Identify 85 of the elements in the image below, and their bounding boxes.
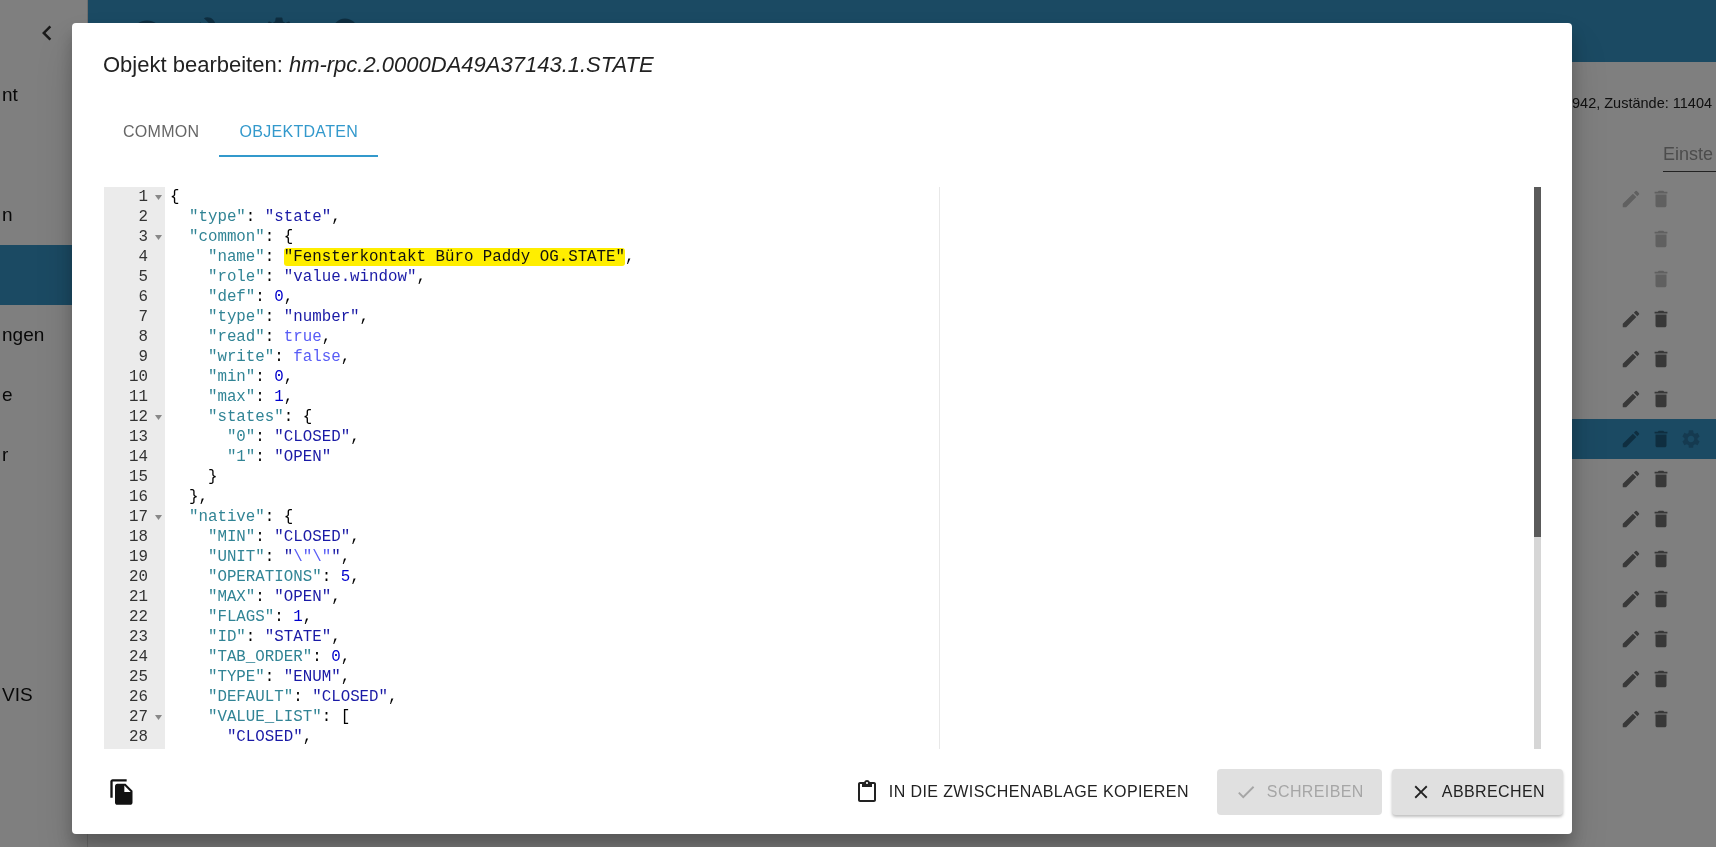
code-line: "UNIT": "\"\"", (206, 547, 351, 567)
code-line: "1": "OPEN" (225, 447, 332, 467)
pencil-icon[interactable] (1620, 628, 1642, 650)
line-number: 14 (128, 447, 149, 467)
sidebar-item[interactable]: r (2, 444, 9, 466)
fold-arrow-icon[interactable] (154, 514, 162, 520)
code-line: "max": 1, (206, 387, 294, 407)
line-number: 2 (137, 207, 149, 227)
code-line: { (169, 187, 180, 207)
code-line: "read": true, (206, 327, 332, 347)
pencil-icon[interactable] (1620, 308, 1642, 330)
code-line: "type": "number", (206, 307, 370, 327)
pencil-icon[interactable] (1620, 508, 1642, 530)
dialog-button[interactable]: IN DIE ZWISCHENABLAGE KOPIEREN (836, 768, 1207, 815)
pencil-icon[interactable] (1620, 468, 1642, 490)
copy-icon[interactable] (108, 777, 136, 806)
line-number: 7 (137, 307, 149, 327)
sidebar-item[interactable]: nt (2, 84, 18, 106)
sidebar-item[interactable]: n (2, 204, 13, 226)
line-number: 19 (128, 547, 149, 567)
code-line: }, (187, 487, 208, 507)
line-number: 22 (128, 607, 149, 627)
tab[interactable]: OBJEKTDATEN (219, 109, 379, 157)
pencil-icon[interactable] (1620, 348, 1642, 370)
scrollbar-thumb[interactable] (1534, 187, 1541, 537)
code-line: "TAB_ORDER": 0, (206, 647, 351, 667)
line-number: 9 (137, 347, 149, 367)
line-number: 3 (137, 227, 149, 247)
line-number: 1 (137, 187, 149, 207)
code-line: "OPERATIONS": 5, (206, 567, 360, 587)
code-line: "native": { (187, 507, 294, 527)
code-line: "VALUE_LIST": [ (206, 707, 351, 727)
line-number: 27 (128, 707, 149, 727)
tab[interactable]: COMMON (103, 109, 220, 157)
line-number: 17 (128, 507, 149, 527)
scrollbar-track[interactable] (1534, 187, 1541, 749)
code-line: "common": { (187, 227, 294, 247)
fold-arrow-icon[interactable] (154, 234, 162, 240)
object-count-text: 942, Zustände: 11404 (1572, 94, 1713, 112)
line-number: 12 (128, 407, 149, 427)
code-line: "def": 0, (206, 287, 294, 307)
sidebar-item[interactable]: VIS (2, 684, 33, 706)
code-line: "min": 0, (206, 367, 294, 387)
line-number: 24 (128, 647, 149, 667)
sidebar-item[interactable]: ngen (2, 324, 45, 346)
code-line: "MAX": "OPEN", (206, 587, 341, 607)
line-number: 15 (128, 467, 149, 487)
code-line: "DEFAULT": "CLOSED", (206, 687, 398, 707)
fold-arrow-icon[interactable] (154, 194, 162, 200)
line-number: 25 (128, 667, 149, 687)
line-number: 18 (128, 527, 149, 547)
line-number: 6 (137, 287, 149, 307)
code-line: "FLAGS": 1, (206, 607, 313, 627)
line-number: 4 (137, 247, 149, 267)
code-line: "CLOSED", (225, 727, 313, 747)
code-line: "MIN": "CLOSED", (206, 527, 360, 547)
code-line: "0": "CLOSED", (225, 427, 360, 447)
fold-arrow-icon[interactable] (154, 714, 162, 720)
line-number: 28 (128, 727, 149, 747)
line-number: 16 (128, 487, 149, 507)
dialog-title: Objekt bearbeiten: hm-rpc.2.0000DA49A37143.1.STATE (103, 51, 654, 79)
fold-arrow-icon[interactable] (154, 414, 162, 420)
line-number: 26 (128, 687, 149, 707)
dialog-button[interactable]: ABBRECHEN (1391, 768, 1563, 815)
pencil-icon[interactable] (1620, 548, 1642, 570)
line-number: 21 (128, 587, 149, 607)
pencil-icon[interactable] (1620, 668, 1642, 690)
code-line: "type": "state", (187, 207, 341, 227)
line-number: 13 (128, 427, 149, 447)
line-number: 5 (137, 267, 149, 287)
line-number: 8 (137, 327, 149, 347)
line-number: 20 (128, 567, 149, 587)
sidebar-item[interactable]: e (2, 384, 13, 406)
line-number: 10 (128, 367, 149, 387)
pencil-icon[interactable] (1620, 708, 1642, 730)
code-line: } (206, 467, 218, 487)
pencil-icon[interactable] (1620, 388, 1642, 410)
line-number: 23 (128, 627, 149, 647)
code-line: "states": { (206, 407, 313, 427)
pencil-icon[interactable] (1620, 588, 1642, 610)
line-number: 11 (128, 387, 149, 407)
code-line: "TYPE": "ENUM", (206, 667, 351, 687)
code-line: "write": false, (206, 347, 351, 367)
code-line: "ID": "STATE", (206, 627, 341, 647)
code-line: "role": "value.window", (206, 267, 426, 287)
